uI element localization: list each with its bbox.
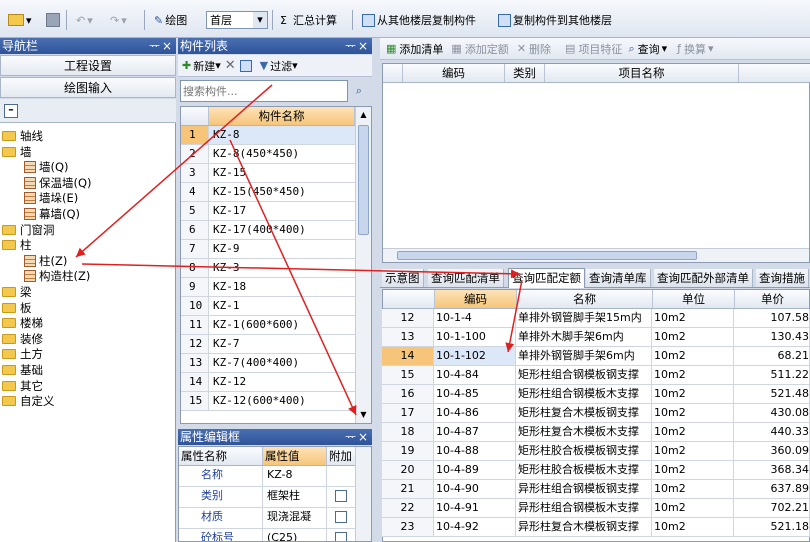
arrow-column-to-tab xyxy=(81,263,521,279)
arrow-tab-to-row xyxy=(505,279,523,353)
annotation-arrows xyxy=(75,84,523,416)
arrow-list-to-bottom xyxy=(229,139,357,416)
arrow-search-to-column xyxy=(75,84,273,258)
